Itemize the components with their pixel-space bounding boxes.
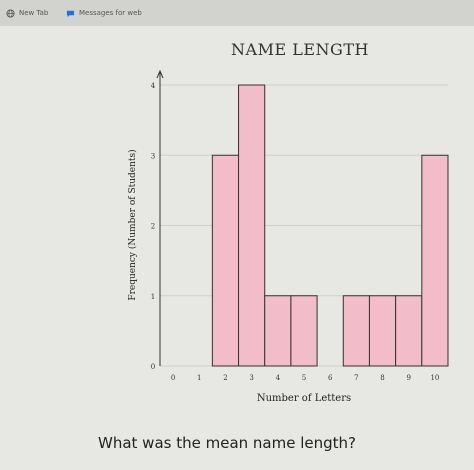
histogram-bar [238,84,266,367]
x-tick-label: 5 [302,374,306,382]
histogram-bar [211,154,240,367]
x-tick-label: 4 [276,374,281,382]
question-text: What was the mean name length? [98,434,356,452]
histogram-bar [290,295,318,367]
x-tick-label: 0 [171,374,175,382]
histogram-bar [342,295,370,367]
x-tick-label: 1 [197,374,201,382]
y-tick-label: 3 [151,152,155,160]
y-tick-label: 0 [151,363,155,371]
y-axis-label: Frequency (Number of Students) [127,149,138,300]
histogram-bar [395,295,423,367]
x-tick-label: 9 [406,374,410,382]
y-tick-label: 1 [151,293,155,301]
histogram-bar [368,295,397,367]
x-axis-label: Number of Letters [257,393,351,404]
x-tick-label: 7 [354,374,358,382]
x-tick-label: 8 [380,374,384,382]
y-tick-label: 4 [151,82,156,90]
x-tick-label: 6 [328,374,333,382]
y-tick-label: 2 [151,223,155,231]
x-tick-label: 10 [430,374,439,382]
histogram-chart: 0 1 2 3 4 0 1 2 3 4 5 6 7 8 9 10 Number of Letters Freque… [127,69,449,404]
x-tick-label: 3 [249,374,253,382]
x-tick-label: 2 [223,374,227,382]
histogram-bar [421,154,449,367]
histogram-bar [264,295,292,367]
